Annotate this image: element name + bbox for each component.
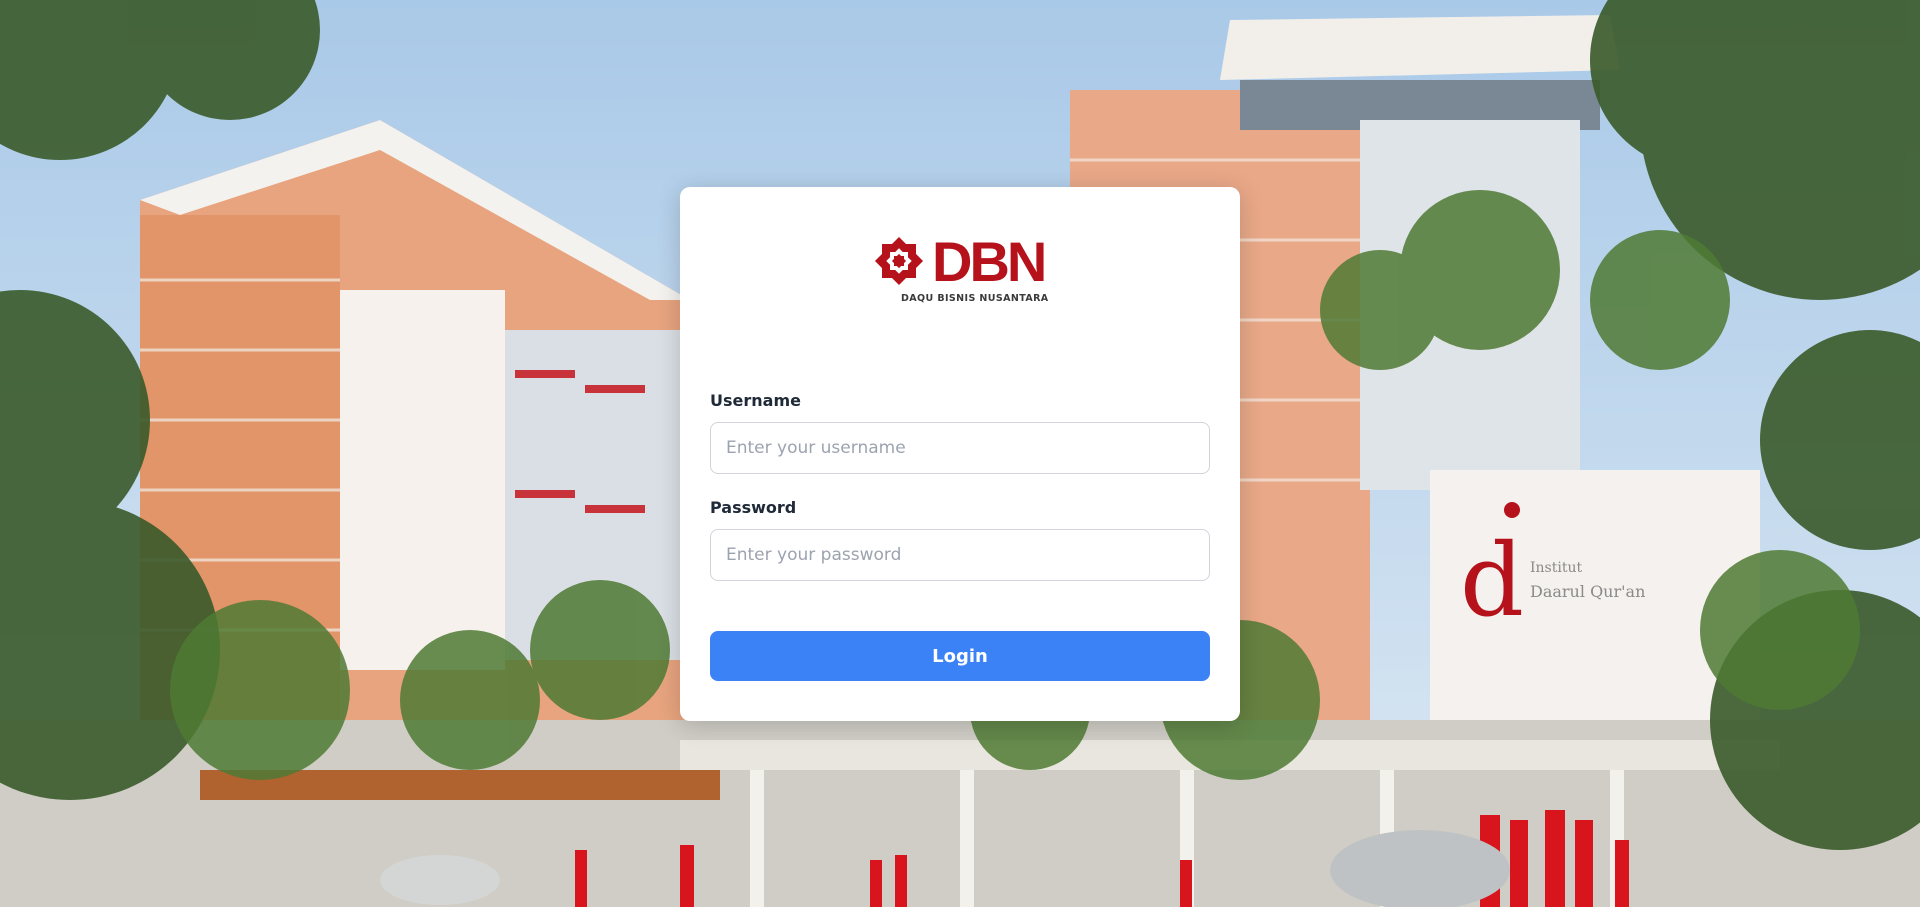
login-button[interactable]: Login — [710, 631, 1210, 681]
star-emblem-icon — [874, 236, 924, 286]
username-input[interactable] — [710, 422, 1210, 474]
dbn-logo: DBN DAQU BISNIS NUSANTARA — [870, 230, 1070, 310]
password-input[interactable] — [710, 529, 1210, 581]
svg-text:d: d — [1460, 522, 1524, 639]
password-label: Password — [710, 498, 797, 517]
campus-sign-line-1: Institut — [1530, 560, 1582, 576]
login-card: DBN DAQU BISNIS NUSANTARA Username Passw… — [680, 187, 1240, 721]
username-label: Username — [710, 391, 801, 410]
logo-wordmark: DBN — [932, 230, 1047, 293]
logo-tagline: DAQU BISNIS NUSANTARA — [901, 293, 1049, 304]
campus-sign-line-2: Daarul Qur'an — [1530, 582, 1645, 601]
